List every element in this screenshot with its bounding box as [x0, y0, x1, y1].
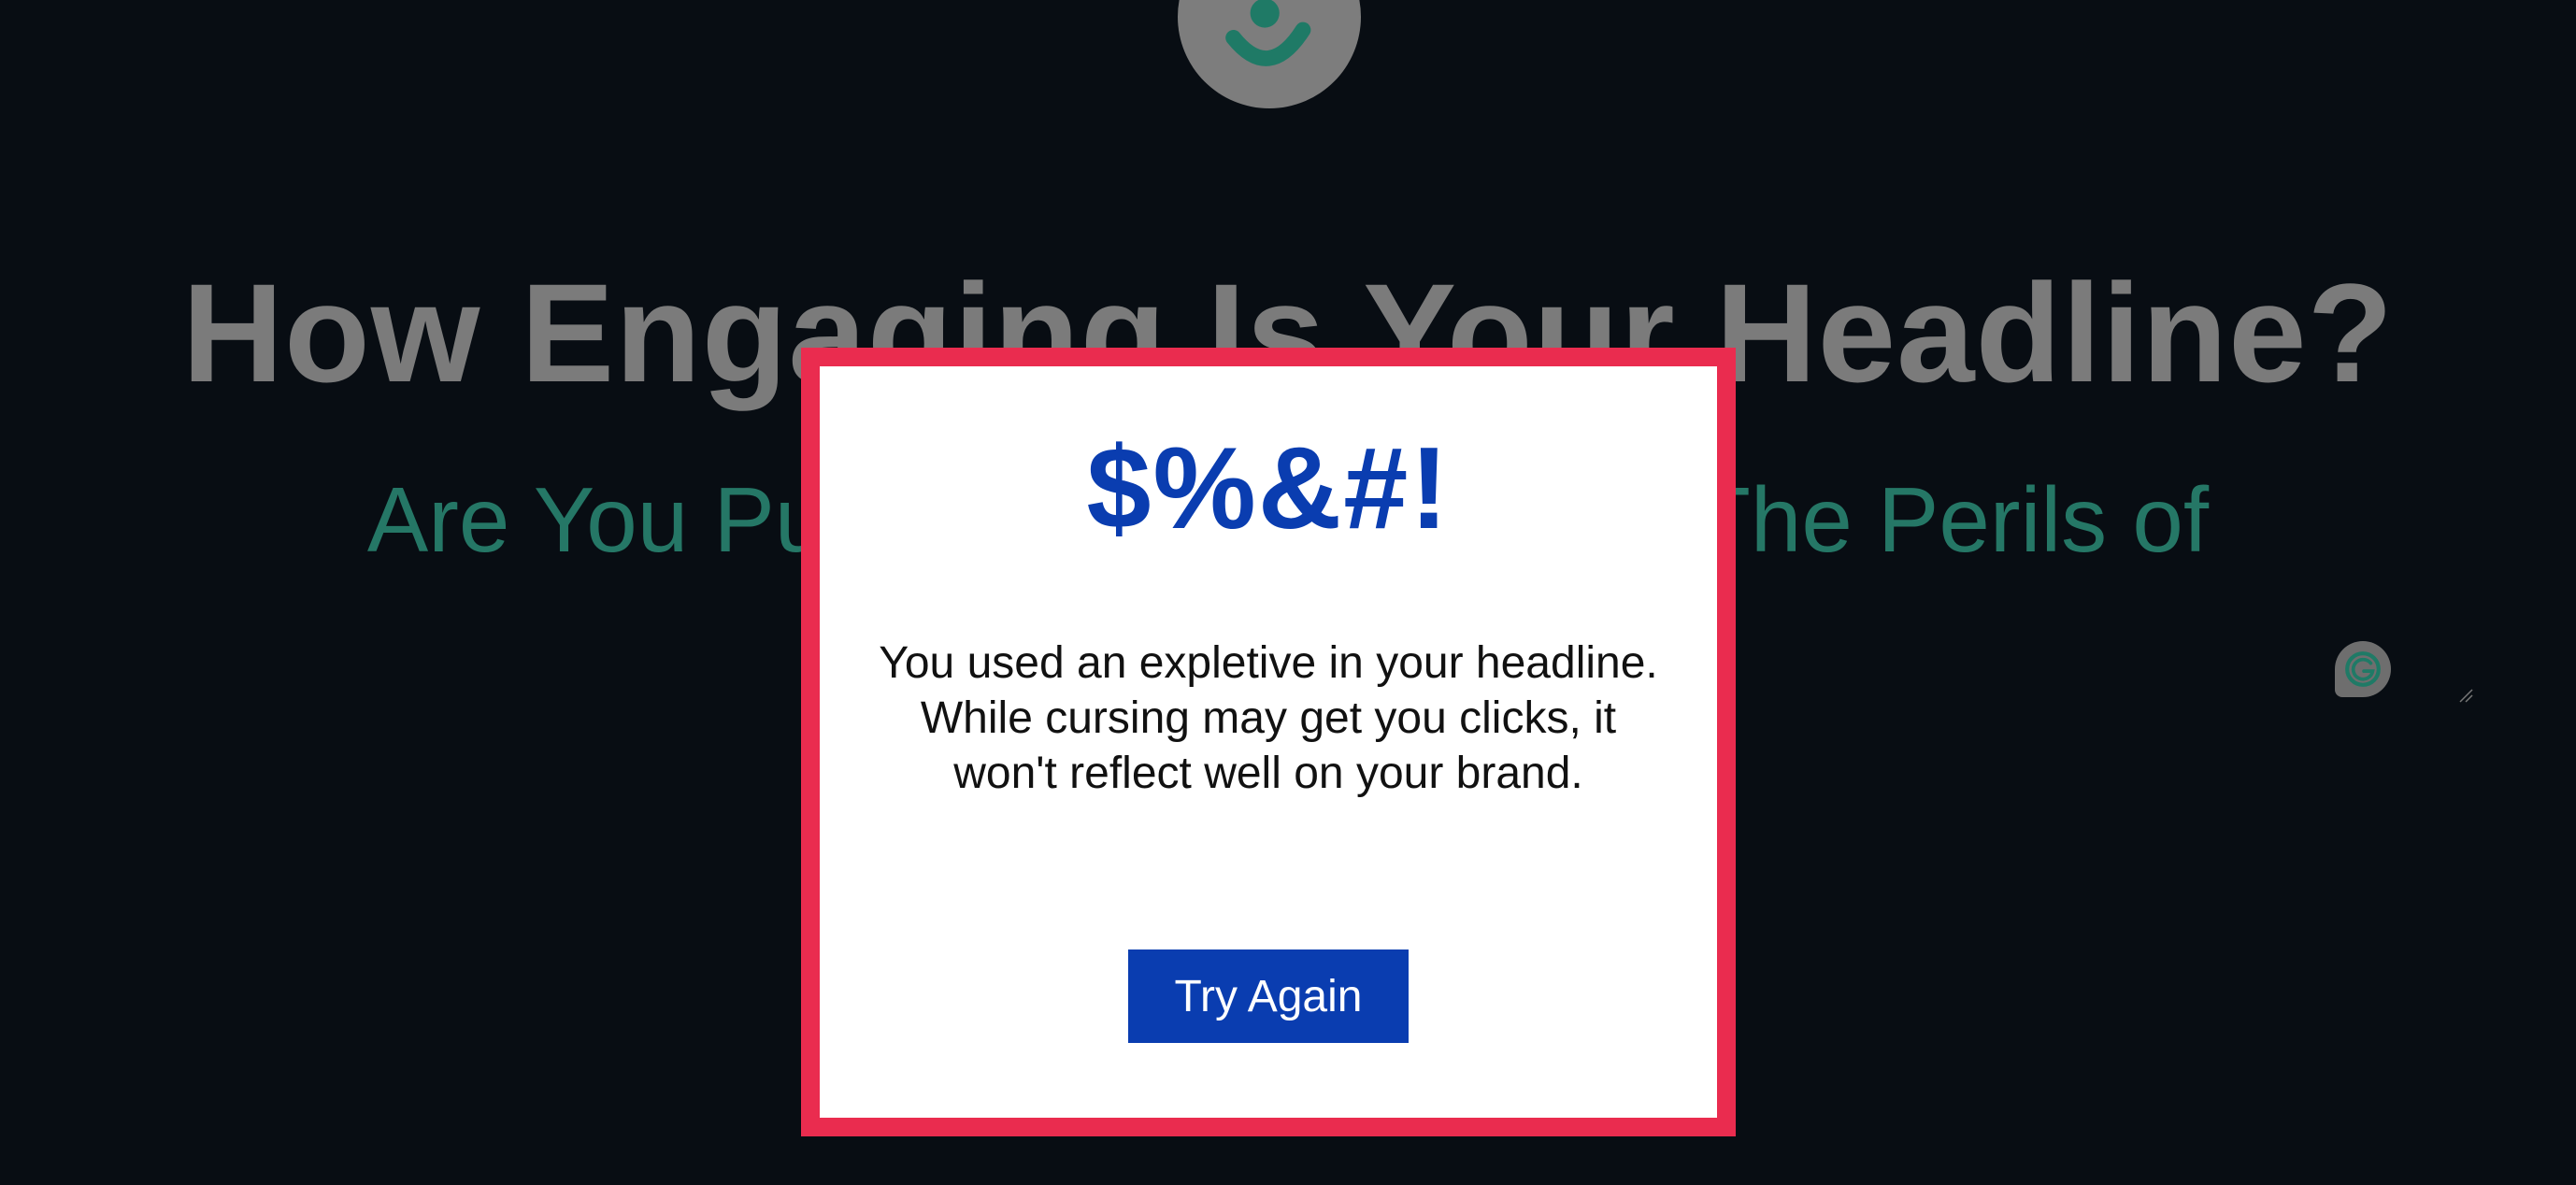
modal-title: $%&#!	[1086, 424, 1451, 553]
logo	[1178, 0, 1361, 108]
logo-icon	[1225, 0, 1311, 66]
page: How Engaging Is Your Headline? Are You P…	[0, 0, 2576, 1185]
resize-handle-icon[interactable]	[2458, 688, 2473, 703]
modal-message: You used an expletive in your headline. …	[879, 638, 1658, 798]
grammarly-g-icon	[2345, 651, 2381, 687]
expletive-alert-modal: $%&#! You used an expletive in your head…	[801, 348, 1736, 1136]
grammarly-icon[interactable]	[2335, 641, 2391, 697]
try-again-button[interactable]: Try Again	[1128, 949, 1409, 1043]
